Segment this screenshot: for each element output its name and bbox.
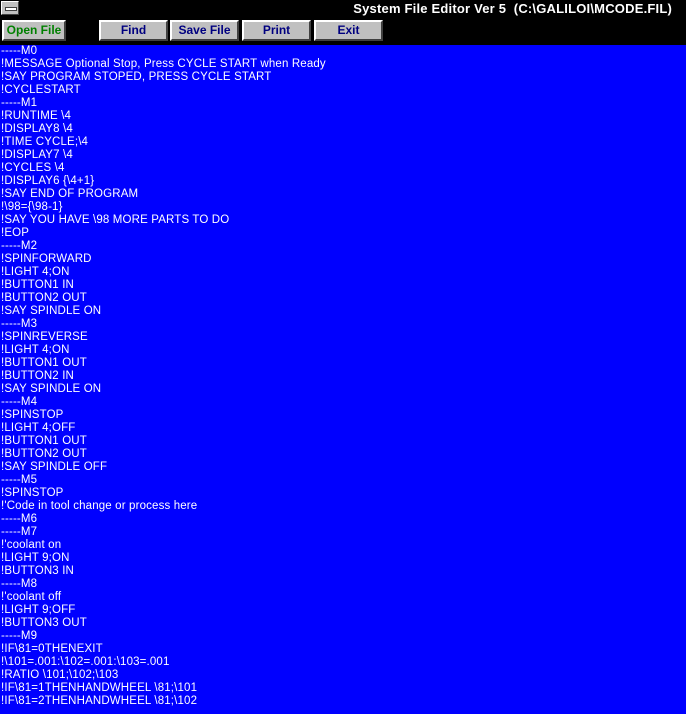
editor-line: !IF\81=0THENEXIT bbox=[1, 643, 103, 655]
editor-line: !RUNTIME \4 bbox=[1, 110, 72, 122]
title-bar: System File Editor Ver 5 (C:\GALILOI\MCO… bbox=[0, 0, 686, 18]
editor-line: !BUTTON3 IN bbox=[1, 565, 75, 577]
editor-line: !SAY PROGRAM STOPED, PRESS CYCLE START bbox=[1, 71, 272, 83]
editor-line: -----M4 bbox=[1, 396, 38, 408]
editor-line: !LIGHT 9;OFF bbox=[1, 604, 76, 616]
editor-line: !DISPLAY8 \4 bbox=[1, 123, 73, 135]
editor-line: !IF\81=2THENHANDWHEEL \81;\102 bbox=[1, 695, 198, 707]
editor-lines: -----M0 !MESSAGE Optional Stop, Press CYC… bbox=[0, 45, 686, 708]
file-editor-textarea[interactable]: -----M0 !MESSAGE Optional Stop, Press CYC… bbox=[0, 45, 686, 714]
editor-line: !TIME CYCLE;\4 bbox=[1, 136, 89, 148]
editor-line: !'coolant on bbox=[1, 539, 62, 551]
system-menu-icon[interactable] bbox=[1, 1, 19, 15]
editor-line: -----M2 bbox=[1, 240, 38, 252]
save-file-button[interactable]: Save File bbox=[170, 20, 239, 41]
editor-line: !SAY SPINDLE ON bbox=[1, 305, 102, 317]
editor-line: !LIGHT 9;ON bbox=[1, 552, 70, 564]
editor-line: !SAY SPINDLE OFF bbox=[1, 461, 108, 473]
editor-line: !SPINSTOP bbox=[1, 409, 64, 421]
editor-line: !RATIO \101;\102;\103 bbox=[1, 669, 119, 681]
editor-line: !\98={\98-1} bbox=[1, 201, 63, 213]
exit-button[interactable]: Exit bbox=[314, 20, 383, 41]
editor-line: -----M7 bbox=[1, 526, 38, 538]
window-title: System File Editor Ver 5 (C:\GALILOI\MCO… bbox=[353, 1, 672, 16]
editor-line: !LIGHT 4;OFF bbox=[1, 422, 76, 434]
editor-line: !BUTTON2 OUT bbox=[1, 448, 87, 460]
editor-line: -----M8 bbox=[1, 578, 38, 590]
editor-line: !BUTTON3 OUT bbox=[1, 617, 87, 629]
editor-line: !CYCLESTART bbox=[1, 84, 81, 96]
editor-line: !IF\81=1THENHANDWHEEL \81;\101 bbox=[1, 682, 198, 694]
editor-line: !BUTTON1 OUT bbox=[1, 435, 87, 447]
editor-line: -----M3 bbox=[1, 318, 38, 330]
editor-line: !BUTTON1 OUT bbox=[1, 357, 87, 369]
print-button[interactable]: Print bbox=[242, 20, 311, 41]
system-menu-bar bbox=[5, 7, 17, 11]
editor-line: !'coolant off bbox=[1, 591, 62, 603]
editor-line: !SAY YOU HAVE \98 MORE PARTS TO DO bbox=[1, 214, 230, 226]
editor-line: !LIGHT 4;ON bbox=[1, 266, 70, 278]
editor-line: -----M9 bbox=[1, 630, 38, 642]
editor-line: !MESSAGE Optional Stop, Press CYCLE STAR… bbox=[1, 58, 326, 70]
editor-line: !SAY END OF PROGRAM bbox=[1, 188, 139, 200]
editor-line: -----M0 bbox=[1, 45, 38, 57]
open-file-button[interactable]: Open File bbox=[2, 20, 66, 41]
editor-line: -----M5 bbox=[1, 474, 38, 486]
toolbar: Open File Find Save File Print Exit bbox=[0, 18, 686, 44]
editor-line: !'Code in tool change or process here bbox=[1, 500, 198, 512]
editor-line: !CYCLES \4 bbox=[1, 162, 65, 174]
find-button[interactable]: Find bbox=[99, 20, 168, 41]
editor-line: !SPINFORWARD bbox=[1, 253, 92, 265]
editor-line: !EOP bbox=[1, 227, 30, 239]
editor-line: !SPINSTOP bbox=[1, 487, 64, 499]
editor-line: !\101=.001:\102=.001:\103=.001 bbox=[1, 656, 170, 668]
editor-line: !LIGHT 4;ON bbox=[1, 344, 70, 356]
editor-line: !SPINREVERSE bbox=[1, 331, 88, 343]
editor-line: !BUTTON2 OUT bbox=[1, 292, 87, 304]
editor-line: !BUTTON1 IN bbox=[1, 279, 75, 291]
editor-line: -----M1 bbox=[1, 97, 38, 109]
editor-line: !DISPLAY7 \4 bbox=[1, 149, 73, 161]
editor-line: !BUTTON2 IN bbox=[1, 370, 75, 382]
editor-line: !DISPLAY6 {\4+1} bbox=[1, 175, 95, 187]
editor-line: -----M6 bbox=[1, 513, 38, 525]
editor-line: !SAY SPINDLE ON bbox=[1, 383, 102, 395]
